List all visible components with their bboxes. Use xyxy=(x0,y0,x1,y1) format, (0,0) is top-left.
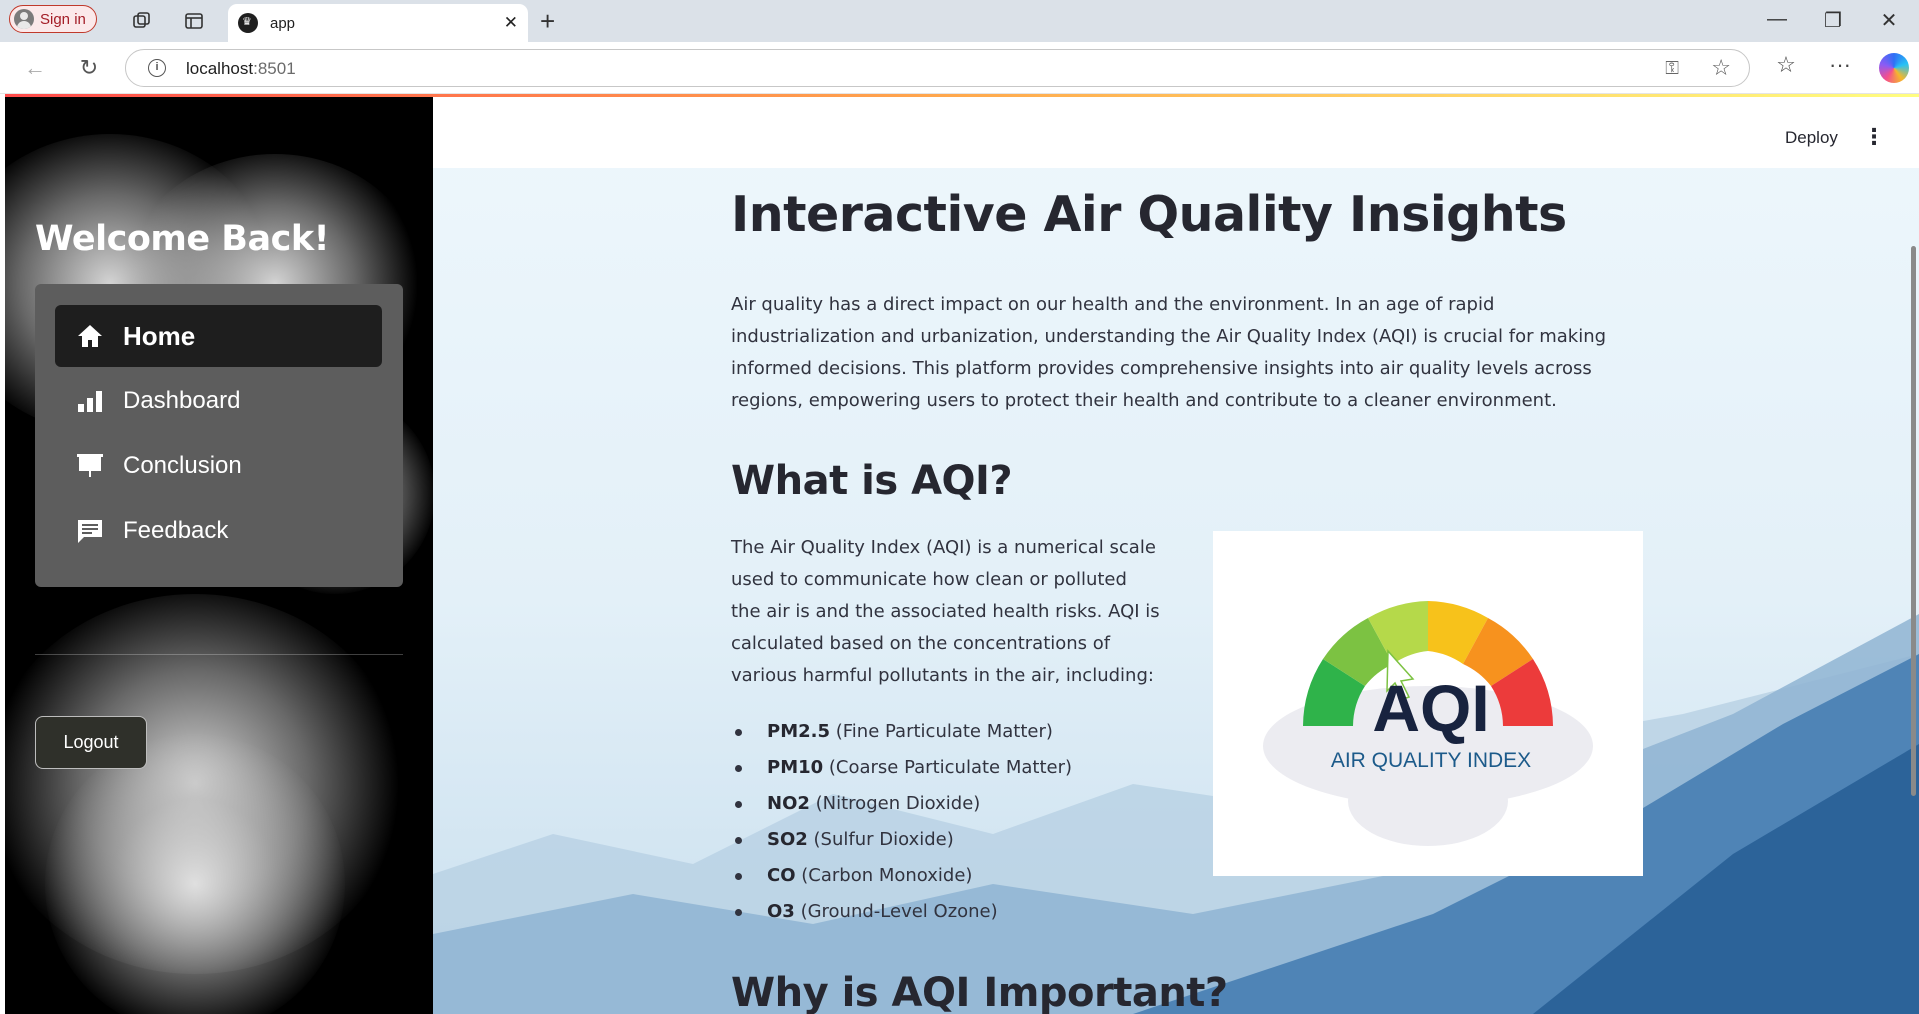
menu-item-label: Home xyxy=(123,320,196,351)
what-is-aqi-heading: What is AQI? xyxy=(731,458,1013,504)
menu-item-home[interactable]: Home xyxy=(55,305,382,367)
list-item: NO2 (Nitrogen Dioxide) xyxy=(731,786,1072,822)
menu-item-label: Dashboard xyxy=(123,387,241,414)
close-tab-icon[interactable]: ✕ xyxy=(504,13,518,33)
streamlit-favicon-icon xyxy=(238,13,258,33)
profile-avatar-icon xyxy=(14,9,34,29)
app-header: Deploy ⋮ xyxy=(433,94,1919,168)
pollutant-list: PM2.5 (Fine Particulate Matter) PM10 (Co… xyxy=(731,714,1072,930)
sign-in-label: Sign in xyxy=(40,10,86,28)
house-icon xyxy=(75,321,105,351)
tab-title: app xyxy=(270,14,296,32)
aqi-logo-subtext: AIR QUALITY INDEX xyxy=(1331,749,1531,772)
list-item: SO2 (Sulfur Dioxide) xyxy=(731,822,1072,858)
browser-tab-bar: Sign in app ✕ + — ❐ ✕ xyxy=(0,0,1919,42)
smoke-background xyxy=(45,734,345,1014)
browser-address-bar: ← ↻ i localhost:8501 ⚿ ☆ ☆ ··· xyxy=(0,42,1919,94)
url-input[interactable]: i localhost:8501 ⚿ ☆ xyxy=(125,49,1750,87)
aqi-description: The Air Quality Index (AQI) is a numeric… xyxy=(731,537,1160,686)
list-item: PM10 (Coarse Particulate Matter) xyxy=(731,750,1072,786)
tab-actions-icon[interactable] xyxy=(178,6,210,36)
menu-item-feedback[interactable]: Feedback xyxy=(55,500,382,562)
main-menu-kebab-icon[interactable]: ⋮ xyxy=(1863,124,1885,150)
menu-item-dashboard[interactable]: Dashboard xyxy=(55,370,382,432)
list-item: PM2.5 (Fine Particulate Matter) xyxy=(731,714,1072,750)
favorite-star-icon[interactable]: ☆ xyxy=(1711,55,1731,81)
list-item: O3 (Ground-Level Ozone) xyxy=(731,894,1072,930)
page-title: Interactive Air Quality Insights xyxy=(731,186,1567,243)
more-options-icon[interactable]: ··· xyxy=(1824,52,1856,78)
refresh-icon[interactable]: ↻ xyxy=(74,53,104,83)
back-arrow-icon[interactable]: ← xyxy=(20,53,50,83)
scrollbar[interactable] xyxy=(1909,168,1919,1014)
restore-icon[interactable]: ❐ xyxy=(1818,8,1848,33)
why-aqi-important-heading: Why is AQI Important? xyxy=(731,970,1228,1014)
sidebar: Welcome Back! Home Dashboard Conclusion xyxy=(5,94,433,1014)
site-info-icon[interactable]: i xyxy=(148,59,166,77)
password-key-icon[interactable]: ⚿ xyxy=(1665,58,1679,79)
aqi-logo-text: AQI xyxy=(1372,671,1489,745)
sidebar-divider xyxy=(35,654,403,655)
deploy-button[interactable]: Deploy xyxy=(1785,128,1838,148)
menu-item-label: Conclusion xyxy=(123,452,242,479)
copilot-icon[interactable] xyxy=(1879,53,1909,83)
browser-tab-app[interactable]: app ✕ xyxy=(228,4,528,42)
favorites-list-icon[interactable]: ☆ xyxy=(1770,52,1802,78)
menu-item-conclusion[interactable]: Conclusion xyxy=(55,435,382,497)
presentation-board-icon xyxy=(75,451,105,481)
minimize-icon[interactable]: — xyxy=(1762,8,1792,31)
menu-item-label: Feedback xyxy=(123,517,229,544)
message-icon xyxy=(75,516,105,546)
list-item: CO (Carbon Monoxide) xyxy=(731,858,1072,894)
scrollbar-thumb[interactable] xyxy=(1911,246,1916,796)
sign-in-button[interactable]: Sign in xyxy=(9,5,97,33)
header-decoration-bar xyxy=(5,94,1919,97)
streamlit-app: Welcome Back! Home Dashboard Conclusion xyxy=(5,94,1919,1014)
main-content: Deploy ⋮ Interactive Air Quality Insight… xyxy=(433,94,1919,1014)
navigation-menu: Home Dashboard Conclusion Feedback xyxy=(35,284,403,587)
logout-button[interactable]: Logout xyxy=(35,716,147,769)
workspaces-icon[interactable] xyxy=(126,6,158,36)
close-window-icon[interactable]: ✕ xyxy=(1874,8,1904,33)
url-text: localhost:8501 xyxy=(186,59,296,78)
welcome-heading: Welcome Back! xyxy=(35,219,330,259)
new-tab-icon[interactable]: + xyxy=(540,6,555,37)
bar-chart-icon xyxy=(75,386,105,416)
aqi-gauge-image: AQI AIR QUALITY INDEX xyxy=(1213,531,1643,876)
intro-paragraph: Air quality has a direct impact on our h… xyxy=(731,294,1607,411)
